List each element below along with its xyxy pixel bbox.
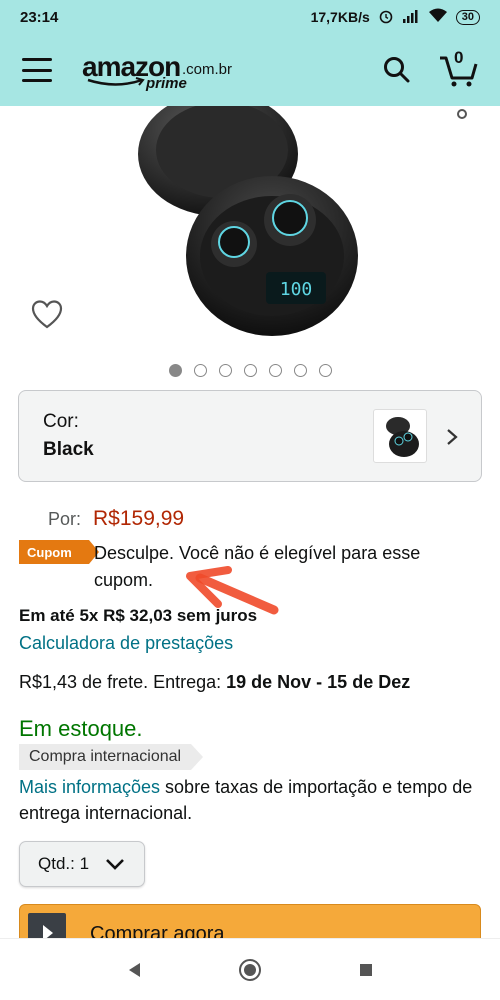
cart-count: 0 <box>454 48 464 67</box>
recents-button[interactable] <box>351 955 381 985</box>
more-info-link[interactable]: Mais informações <box>19 777 160 797</box>
wifi-icon <box>428 8 448 26</box>
pagination-dot[interactable] <box>243 364 257 377</box>
logo-domain: .com.br <box>182 61 233 78</box>
signal-icon <box>402 9 420 26</box>
delivery-dates: 19 de Nov - 15 de Dez <box>226 672 411 692</box>
installments-text: Em até 5x R$ 32,03 sem juros <box>19 606 258 625</box>
price-row: Por: R$159,99 <box>48 507 184 531</box>
menu-icon-bar <box>22 68 52 72</box>
color-value: Black <box>43 439 94 460</box>
quantity-select[interactable]: Qtd.: 1 <box>19 841 145 887</box>
color-selector[interactable]: Cor: Black <box>18 390 482 482</box>
product-image[interactable]: 100 <box>0 92 500 356</box>
svg-text:100: 100 <box>280 279 313 300</box>
menu-button[interactable] <box>22 58 52 82</box>
pagination-dot[interactable] <box>218 364 232 377</box>
system-nav-bar <box>0 938 500 1000</box>
home-button[interactable] <box>235 955 265 985</box>
shipping-info: R$1,43 de frete. Entrega: 19 de Nov - 15… <box>19 672 410 693</box>
heart-icon <box>31 300 63 329</box>
stock-status: Em estoque. <box>19 716 143 741</box>
logo-prime: prime <box>146 75 187 92</box>
status-time: 23:14 <box>20 8 59 26</box>
price-value: R$159,99 <box>93 507 185 530</box>
search-icon <box>384 57 410 83</box>
quantity-label: Qtd.: <box>38 854 75 873</box>
back-button[interactable] <box>119 955 149 985</box>
amazon-logo[interactable]: amazon .com.br prime <box>82 47 252 93</box>
coupon-badge: Cupom <box>19 540 99 564</box>
chevron-right-icon <box>447 429 458 445</box>
home-icon <box>239 958 261 981</box>
cart-button[interactable]: 0 <box>438 48 478 88</box>
back-icon <box>129 962 140 977</box>
import-info: Mais informações sobre taxas de importaç… <box>19 774 479 826</box>
pagination-dot[interactable] <box>168 364 182 377</box>
color-label: Cor: <box>43 411 79 432</box>
pagination-dot[interactable] <box>193 364 207 377</box>
network-speed: 17,7KB/s <box>310 9 370 25</box>
status-indicators: 17,7KB/s 30 <box>311 8 480 27</box>
status-bar: 23:14 17,7KB/s 30 <box>0 0 500 34</box>
recents-icon <box>360 963 372 976</box>
alarm-icon <box>378 8 394 27</box>
search-button[interactable] <box>382 55 412 85</box>
chevron-down-icon <box>106 859 124 870</box>
color-thumbnail <box>373 409 427 463</box>
image-pagination <box>0 364 500 377</box>
quantity-value: 1 <box>79 854 90 873</box>
battery-indicator: 30 <box>455 9 480 25</box>
app-header: amazon .com.br prime 0 <box>0 34 500 106</box>
smile-arrow-icon <box>87 77 145 86</box>
product-page: 23:14 17,7KB/s 30 amazon .com.br prime 0… <box>0 0 500 1000</box>
installment-calculator-link[interactable]: Calculadora de prestações <box>19 633 233 654</box>
wishlist-button[interactable] <box>30 298 64 332</box>
pagination-dot[interactable] <box>268 364 282 377</box>
share-icon[interactable] <box>452 106 472 125</box>
shipping-cost: R$1,43 de frete. Entrega: <box>19 672 227 692</box>
price-label: Por: <box>48 509 82 529</box>
pagination-dot[interactable] <box>318 364 332 377</box>
menu-icon-bar <box>22 58 52 61</box>
pagination-dot[interactable] <box>293 364 307 377</box>
international-badge: Compra internacional <box>19 744 204 770</box>
earbuds-product-photo: 100 <box>138 92 358 336</box>
menu-icon-bar <box>22 79 52 82</box>
